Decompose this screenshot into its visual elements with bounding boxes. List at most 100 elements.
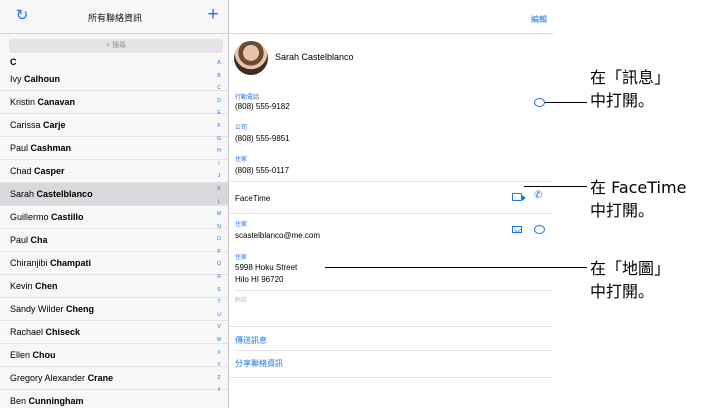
edit-button[interactable]: 編輯 xyxy=(531,14,547,25)
index-letter[interactable]: O xyxy=(213,236,225,242)
contact-first-name: Paul xyxy=(10,235,29,245)
address-line1[interactable]: 5998 Hoku Street xyxy=(235,263,297,272)
contact-row[interactable]: Ellen Chou xyxy=(0,344,228,367)
contact-row[interactable]: Paul Cha xyxy=(0,229,228,252)
index-letter[interactable]: C xyxy=(213,85,225,91)
index-letter[interactable]: E xyxy=(213,110,225,116)
message-icon[interactable] xyxy=(534,98,545,107)
index-letter[interactable]: A xyxy=(213,60,225,66)
index-letter[interactable]: I xyxy=(213,161,225,167)
phone-home[interactable]: (808) 555-0117 xyxy=(235,166,289,175)
section-header: C xyxy=(10,57,17,67)
section-index[interactable]: A B C D E F G H I J K L M N O P Q R S T U V W X Y Z # xyxy=(213,60,225,405)
contact-row[interactable]: Guillermo Castillo xyxy=(0,206,228,229)
contact-row[interactable]: Sandy Wilder Cheng xyxy=(0,298,228,321)
contact-row[interactable]: Kevin Chen xyxy=(0,275,228,298)
contact-row[interactable]: Ivy Calhoun xyxy=(0,68,228,91)
contact-first-name: Carissa xyxy=(10,120,41,130)
mail-icon[interactable] xyxy=(512,226,522,233)
divider xyxy=(235,290,553,291)
phone-mobile[interactable]: (808) 555-9182 xyxy=(235,102,290,111)
contact-row[interactable]: Paul Cashman xyxy=(0,137,228,160)
contact-first-name: Gregory Alexander xyxy=(10,373,86,383)
contact-last-name: Cunningham xyxy=(28,396,84,406)
email-label: 住家 xyxy=(235,222,248,228)
avatar xyxy=(234,41,268,75)
list-nav-bar: ↻ 所有聯絡資訊 + xyxy=(0,0,228,34)
contact-row[interactable]: Gregory Alexander Crane xyxy=(0,367,228,390)
address-line2[interactable]: Hilo HI 96720 xyxy=(235,275,283,284)
contact-first-name: Ben xyxy=(10,396,27,406)
callout-facetime: 在 FaceTime 中打開。 xyxy=(590,176,686,222)
index-letter[interactable]: P xyxy=(213,249,225,255)
index-letter[interactable]: G xyxy=(213,136,225,142)
phone-icon[interactable]: ✆ xyxy=(534,191,542,201)
index-letter[interactable]: U xyxy=(213,312,225,318)
add-contact-button[interactable]: + xyxy=(204,5,222,25)
index-letter[interactable]: F xyxy=(213,123,225,129)
index-letter[interactable]: S xyxy=(213,287,225,293)
video-icon[interactable] xyxy=(512,193,526,201)
send-message-link[interactable]: 傳送訊息 xyxy=(235,335,267,346)
index-letter[interactable]: D xyxy=(213,98,225,104)
phone-label-work: 公司 xyxy=(235,125,248,131)
index-letter[interactable]: Q xyxy=(213,261,225,267)
contact-last-name: Castelblanco xyxy=(36,189,93,199)
contact-row[interactable]: Sarah Castelblanco xyxy=(0,183,228,206)
contact-row[interactable]: Ben Cunningham xyxy=(0,390,228,408)
phone-label-home: 住家 xyxy=(235,157,248,163)
contact-last-name: Chen xyxy=(35,281,58,291)
index-letter[interactable]: # xyxy=(213,387,225,393)
contact-row[interactable]: Carissa Carje xyxy=(0,114,228,137)
phone-work[interactable]: (808) 555-9851 xyxy=(235,134,290,143)
contact-first-name: Rachael xyxy=(10,327,44,337)
index-letter[interactable]: H xyxy=(213,148,225,154)
callout-leader-maps xyxy=(325,267,587,268)
ipad-screen: ↻ 所有聯絡資訊 + ⌕ 搜尋 C Ivy Calhoun Kristin Cana… xyxy=(0,0,553,408)
contact-row[interactable]: Kristin Canavan xyxy=(0,91,228,114)
index-letter[interactable]: N xyxy=(213,224,225,230)
divider xyxy=(230,213,553,214)
email-value[interactable]: scastelblanco@me.com xyxy=(235,231,320,240)
refresh-icon[interactable]: ↻ xyxy=(14,8,30,24)
contact-first-name: Sarah xyxy=(10,189,35,199)
contact-last-name: Chiseck xyxy=(45,327,81,337)
contact-first-name: Sandy Wilder xyxy=(10,304,64,314)
callout-maps-line2: 中打開。 xyxy=(590,282,655,301)
share-contact-link[interactable]: 分享聯絡資訊 xyxy=(235,358,283,369)
message-icon[interactable] xyxy=(534,225,545,234)
callout-facetime-line2: 中打開。 xyxy=(590,201,655,220)
search-field[interactable]: ⌕ 搜尋 xyxy=(9,39,223,53)
index-letter[interactable]: V xyxy=(213,324,225,330)
contact-first-name: Kevin xyxy=(10,281,33,291)
index-letter[interactable]: M xyxy=(213,211,225,217)
contact-first-name: Ivy xyxy=(10,74,22,84)
index-letter[interactable]: J xyxy=(213,173,225,179)
index-letter[interactable]: T xyxy=(213,299,225,305)
callout-facetime-line1: 在 FaceTime xyxy=(590,178,687,197)
index-letter[interactable]: L xyxy=(213,199,225,205)
callout-leader-facetime xyxy=(524,186,587,187)
contact-last-name: Cheng xyxy=(66,304,95,314)
index-letter[interactable]: X xyxy=(213,350,225,356)
contact-detail-pane: 編輯 Sarah Castelblanco 行動電話 (808) 555-918… xyxy=(230,0,553,408)
index-letter[interactable]: B xyxy=(213,73,225,79)
index-letter[interactable]: K xyxy=(213,186,225,192)
divider xyxy=(230,326,553,327)
index-letter[interactable]: W xyxy=(213,337,225,343)
contact-row[interactable]: Chad Casper xyxy=(0,160,228,183)
index-letter[interactable]: Y xyxy=(213,362,225,368)
contact-last-name: Casper xyxy=(34,166,65,176)
contact-first-name: Paul xyxy=(10,143,29,153)
notes-label[interactable]: 附註 xyxy=(235,295,247,304)
contact-row[interactable]: Chiranjibi Champati xyxy=(0,252,228,275)
list-title: 所有聯絡資訊 xyxy=(87,13,142,23)
callout-messages: 在「訊息」 中打開。 xyxy=(590,66,670,112)
contact-last-name: Canavan xyxy=(37,97,76,107)
contact-row[interactable]: Rachael Chiseck xyxy=(0,321,228,344)
index-letter[interactable]: R xyxy=(213,274,225,280)
index-letter[interactable]: Z xyxy=(213,375,225,381)
callout-maps-line1: 在「地圖」 xyxy=(590,259,671,278)
divider xyxy=(235,350,553,351)
contact-last-name: Champati xyxy=(50,258,92,268)
